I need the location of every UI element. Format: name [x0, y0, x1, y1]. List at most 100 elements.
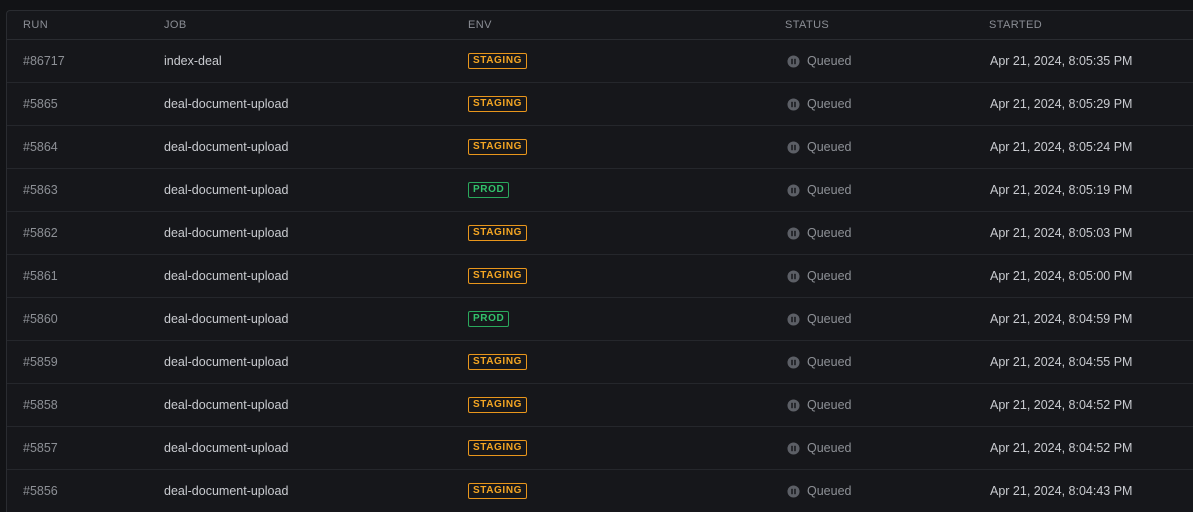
env-cell: STAGING [468, 212, 528, 254]
status-label: Queued [807, 97, 852, 111]
job-name[interactable]: deal-document-upload [164, 169, 288, 211]
status-label: Queued [807, 269, 852, 283]
column-header-job[interactable]: JOB [164, 11, 187, 39]
status-cell: Queued [787, 255, 851, 297]
run-id[interactable]: #5858 [23, 384, 58, 426]
column-header-run[interactable]: RUN [23, 11, 48, 39]
table-row[interactable]: #5857 deal-document-upload STAGING Queued Ap… [7, 427, 1193, 470]
env-cell: PROD [468, 298, 510, 340]
env-badge: STAGING [468, 225, 528, 241]
started-time: Apr 21, 2024, 8:05:19 PM [990, 183, 1133, 197]
started-time: Apr 21, 2024, 8:04:59 PM [990, 312, 1133, 326]
status-label: Queued [807, 398, 852, 412]
job-name[interactable]: deal-document-upload [164, 470, 288, 512]
run-id[interactable]: #5863 [23, 169, 58, 211]
pause-circle-icon [787, 398, 800, 412]
status-cell: Queued [787, 212, 851, 254]
started-time: Apr 21, 2024, 8:05:03 PM [990, 226, 1133, 240]
status-cell: Queued [787, 341, 851, 383]
env-cell: STAGING [468, 427, 528, 469]
status-label: Queued [807, 140, 852, 154]
table-row[interactable]: #5863 deal-document-upload PROD Queued Apr 2… [7, 169, 1193, 212]
column-header-env[interactable]: ENV [468, 11, 492, 39]
started-time: Apr 21, 2024, 8:04:55 PM [990, 355, 1133, 369]
status-label: Queued [807, 484, 852, 498]
started-time: Apr 21, 2024, 8:04:52 PM [990, 441, 1133, 455]
table-row[interactable]: #5858 deal-document-upload STAGING Queued Ap… [7, 384, 1193, 427]
column-header-started[interactable]: STARTED [989, 11, 1042, 39]
status-cell: Queued [787, 427, 851, 469]
pause-circle-icon [787, 355, 800, 369]
env-badge: STAGING [468, 440, 528, 456]
table-row[interactable]: #5856 deal-document-upload STAGING Queued Ap… [7, 470, 1193, 512]
env-badge: PROD [468, 311, 510, 327]
env-cell: PROD [468, 169, 510, 211]
status-cell: Queued [787, 40, 851, 82]
pause-circle-icon [787, 54, 800, 68]
table-row[interactable]: #5860 deal-document-upload PROD Queued Apr 2… [7, 298, 1193, 341]
status-label: Queued [807, 54, 852, 68]
env-badge: STAGING [468, 139, 528, 155]
env-cell: STAGING [468, 470, 528, 512]
run-id[interactable]: #5860 [23, 298, 58, 340]
started-time: Apr 21, 2024, 8:05:29 PM [990, 97, 1133, 111]
job-name[interactable]: deal-document-upload [164, 384, 288, 426]
env-cell: STAGING [468, 40, 528, 82]
started-time: Apr 21, 2024, 8:05:35 PM [990, 54, 1133, 68]
run-id[interactable]: #5857 [23, 427, 58, 469]
column-header-status[interactable]: STATUS [785, 11, 829, 39]
job-name[interactable]: index-deal [164, 40, 222, 82]
env-cell: STAGING [468, 126, 528, 168]
job-name[interactable]: deal-document-upload [164, 212, 288, 254]
run-id[interactable]: #86717 [23, 40, 65, 82]
table-row[interactable]: #86717 index-deal STAGING Queued Apr 21, 202… [7, 40, 1193, 83]
started-time: Apr 21, 2024, 8:04:43 PM [990, 484, 1133, 498]
job-name[interactable]: deal-document-upload [164, 427, 288, 469]
status-cell: Queued [787, 126, 851, 168]
pause-circle-icon [787, 312, 800, 326]
env-badge: STAGING [468, 268, 528, 284]
status-label: Queued [807, 441, 852, 455]
env-badge: STAGING [468, 96, 528, 112]
env-cell: STAGING [468, 83, 528, 125]
env-cell: STAGING [468, 384, 528, 426]
table-row[interactable]: #5864 deal-document-upload STAGING Queued Ap… [7, 126, 1193, 169]
pause-circle-icon [787, 441, 800, 455]
env-badge: STAGING [468, 354, 528, 370]
run-id[interactable]: #5865 [23, 83, 58, 125]
started-time: Apr 21, 2024, 8:05:00 PM [990, 269, 1133, 283]
table-row[interactable]: #5861 deal-document-upload STAGING Queued Ap… [7, 255, 1193, 298]
pause-circle-icon [787, 140, 800, 154]
job-name[interactable]: deal-document-upload [164, 255, 288, 297]
status-cell: Queued [787, 298, 851, 340]
pause-circle-icon [787, 97, 800, 111]
run-id[interactable]: #5864 [23, 126, 58, 168]
job-name[interactable]: deal-document-upload [164, 126, 288, 168]
started-time: Apr 21, 2024, 8:05:24 PM [990, 140, 1133, 154]
table-row[interactable]: #5859 deal-document-upload STAGING Queued Ap… [7, 341, 1193, 384]
run-id[interactable]: #5861 [23, 255, 58, 297]
pause-circle-icon [787, 484, 800, 498]
status-label: Queued [807, 183, 852, 197]
job-name[interactable]: deal-document-upload [164, 341, 288, 383]
job-name[interactable]: deal-document-upload [164, 298, 288, 340]
table-body: #86717 index-deal STAGING Queued Apr 21, 202… [7, 40, 1193, 512]
status-label: Queued [807, 312, 852, 326]
env-badge: STAGING [468, 53, 528, 69]
env-cell: STAGING [468, 341, 528, 383]
table-header: RUN JOB ENV STATUS STARTED [7, 11, 1193, 40]
run-id[interactable]: #5859 [23, 341, 58, 383]
pause-circle-icon [787, 226, 800, 240]
run-id[interactable]: #5862 [23, 212, 58, 254]
status-cell: Queued [787, 169, 851, 211]
table-row[interactable]: #5865 deal-document-upload STAGING Queued Ap… [7, 83, 1193, 126]
env-badge: PROD [468, 182, 510, 198]
env-badge: STAGING [468, 397, 528, 413]
pause-circle-icon [787, 269, 800, 283]
env-badge: STAGING [468, 483, 528, 499]
job-name[interactable]: deal-document-upload [164, 83, 288, 125]
status-label: Queued [807, 355, 852, 369]
table-row[interactable]: #5862 deal-document-upload STAGING Queued Ap… [7, 212, 1193, 255]
run-id[interactable]: #5856 [23, 470, 58, 512]
runs-table: RUN JOB ENV STATUS STARTED #86717 index-d… [6, 10, 1193, 512]
